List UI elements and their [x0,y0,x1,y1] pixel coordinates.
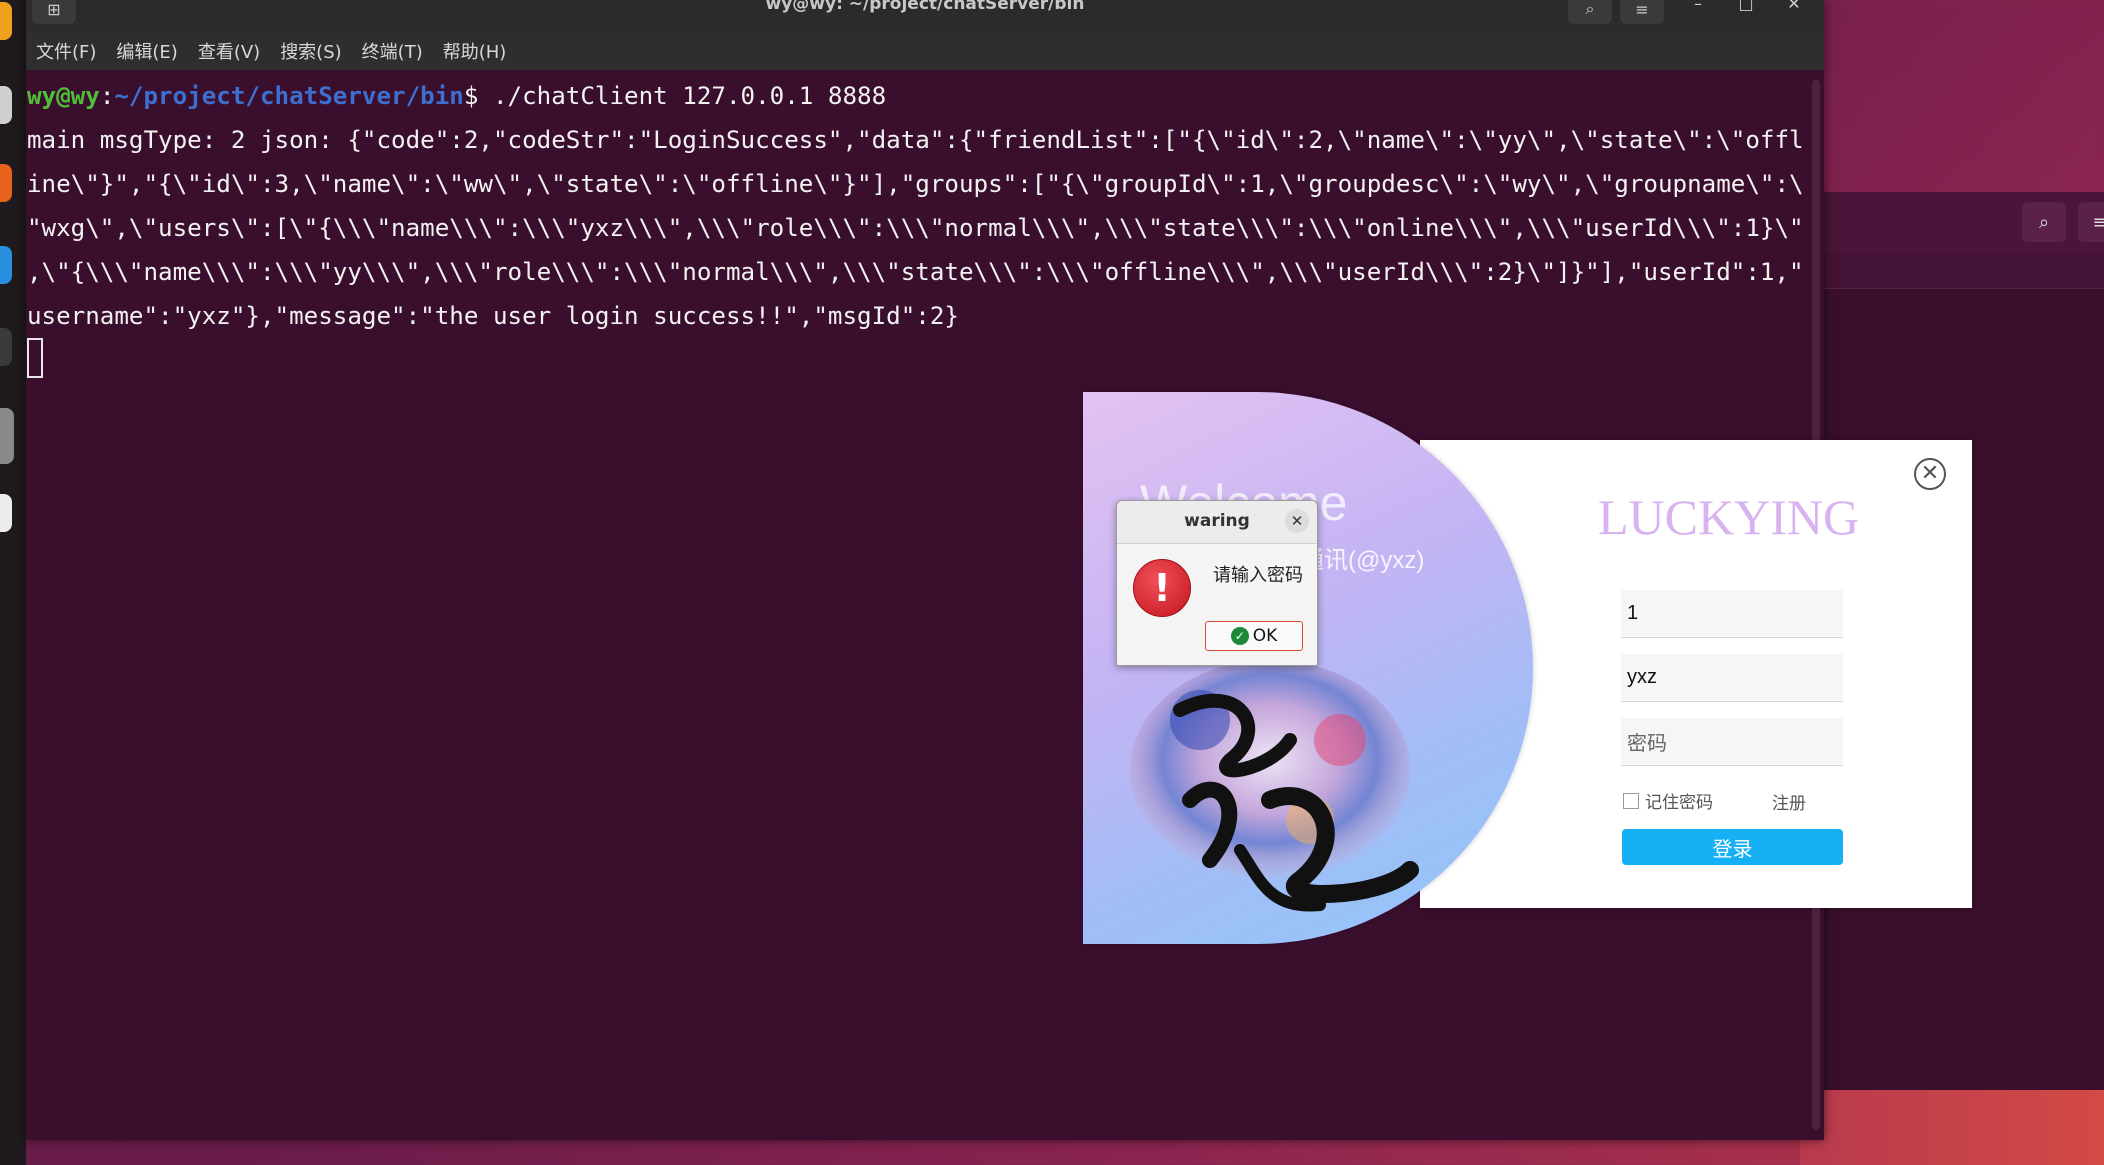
hamburger-menu-icon[interactable]: ≡ [1620,0,1664,24]
password-input[interactable]: 密码 [1621,718,1843,766]
welcome-subtitle: 通讯(@yxz) [1300,547,1425,574]
menu-edit[interactable]: 编辑(E) [106,38,187,64]
dialog-titlebar: waring ✕ [1117,501,1317,544]
background-search-icon[interactable]: ⌕ [2022,202,2066,242]
output-line: ine\"}","{\"id\":3,\"name\":\"ww\",\"sta… [27,170,1804,198]
dialog-close-icon[interactable]: ✕ [1285,509,1309,533]
terminal-title: wy@wy: ~/project/chatServer/bin [765,0,1085,14]
app-store-icon[interactable] [0,164,12,202]
output-line: username":"yxz"},"message":"the user log… [27,302,959,330]
checkbox-icon[interactable] [1623,792,1639,809]
terminal-dock-icon[interactable] [0,328,12,366]
files-icon[interactable] [0,86,12,124]
prompt-dollar: $ [463,82,493,110]
prompt-path: ~/project/chatServer/bin [114,82,464,110]
remember-password-label: 记住密码 [1645,793,1713,813]
terminal-titlebar: ⊞ wy@wy: ~/project/chatServer/bin ⌕ ≡ – … [26,0,1824,32]
brand-title: LUCKYING [1598,489,1860,545]
search-icon[interactable]: ⌕ [1568,0,1612,24]
terminal-cursor [27,338,43,378]
menu-file[interactable]: 文件(F) [26,38,106,64]
terminal-menubar: 文件(F) 编辑(E) 查看(V) 搜索(S) 终端(T) 帮助(H) [26,32,1824,70]
output-line: main msgType: 2 json: {"code":2,"codeStr… [27,126,1804,154]
background-menu-icon[interactable]: ≡ [2078,202,2104,242]
minimize-icon[interactable]: – [1688,0,1708,13]
dialog-message: 请输入密码 [1213,565,1303,586]
output-line: "wxg\",\"users\":[\"{\\\"name\\\":\\\"yx… [27,214,1804,242]
userid-input[interactable]: 1 [1621,590,1843,638]
check-icon: ✓ [1230,627,1249,645]
ok-label: OK [1252,626,1278,646]
vscode-icon[interactable] [0,246,12,284]
maximize-icon[interactable]: □ [1736,0,1756,13]
menu-view[interactable]: 查看(V) [188,38,270,64]
ok-button[interactable]: ✓ OK [1205,621,1303,651]
warning-dialog: waring ✕ ! 请输入密码 ✓ OK [1116,500,1318,666]
close-icon[interactable]: ✕ [1784,0,1804,13]
remember-password-checkbox[interactable]: 记住密码 [1623,788,1713,813]
dock [0,0,26,1165]
prompt-user: wy@wy [27,82,100,110]
menu-search[interactable]: 搜索(S) [270,38,351,64]
login-close-icon[interactable]: ✕ [1914,458,1946,490]
firefox-icon[interactable] [0,2,12,40]
calligraphy-art-image [1130,660,1419,912]
error-icon: ! [1133,559,1191,617]
command-text: ./chatClient 127.0.0.1 8888 [493,82,887,110]
trash-icon[interactable] [0,494,12,532]
register-link[interactable]: 注册 [1772,789,1806,814]
menu-help[interactable]: 帮助(H) [433,38,517,64]
login-button[interactable]: 登录 [1622,829,1843,865]
prompt-separator: : [99,82,115,110]
username-input[interactable]: yxz [1621,654,1843,702]
active-terminal-dock-icon[interactable] [0,408,14,464]
output-line: ,\"{\\\"name\\\":\\\"yy\\\",\\\"role\\\"… [27,258,1804,286]
menu-terminal[interactable]: 终端(T) [352,38,433,64]
desktop-wallpaper-stripe [1800,1090,2104,1165]
prompt-line: wy@wy:~/project/chatServer/bin$ ./chatCl… [27,82,886,110]
